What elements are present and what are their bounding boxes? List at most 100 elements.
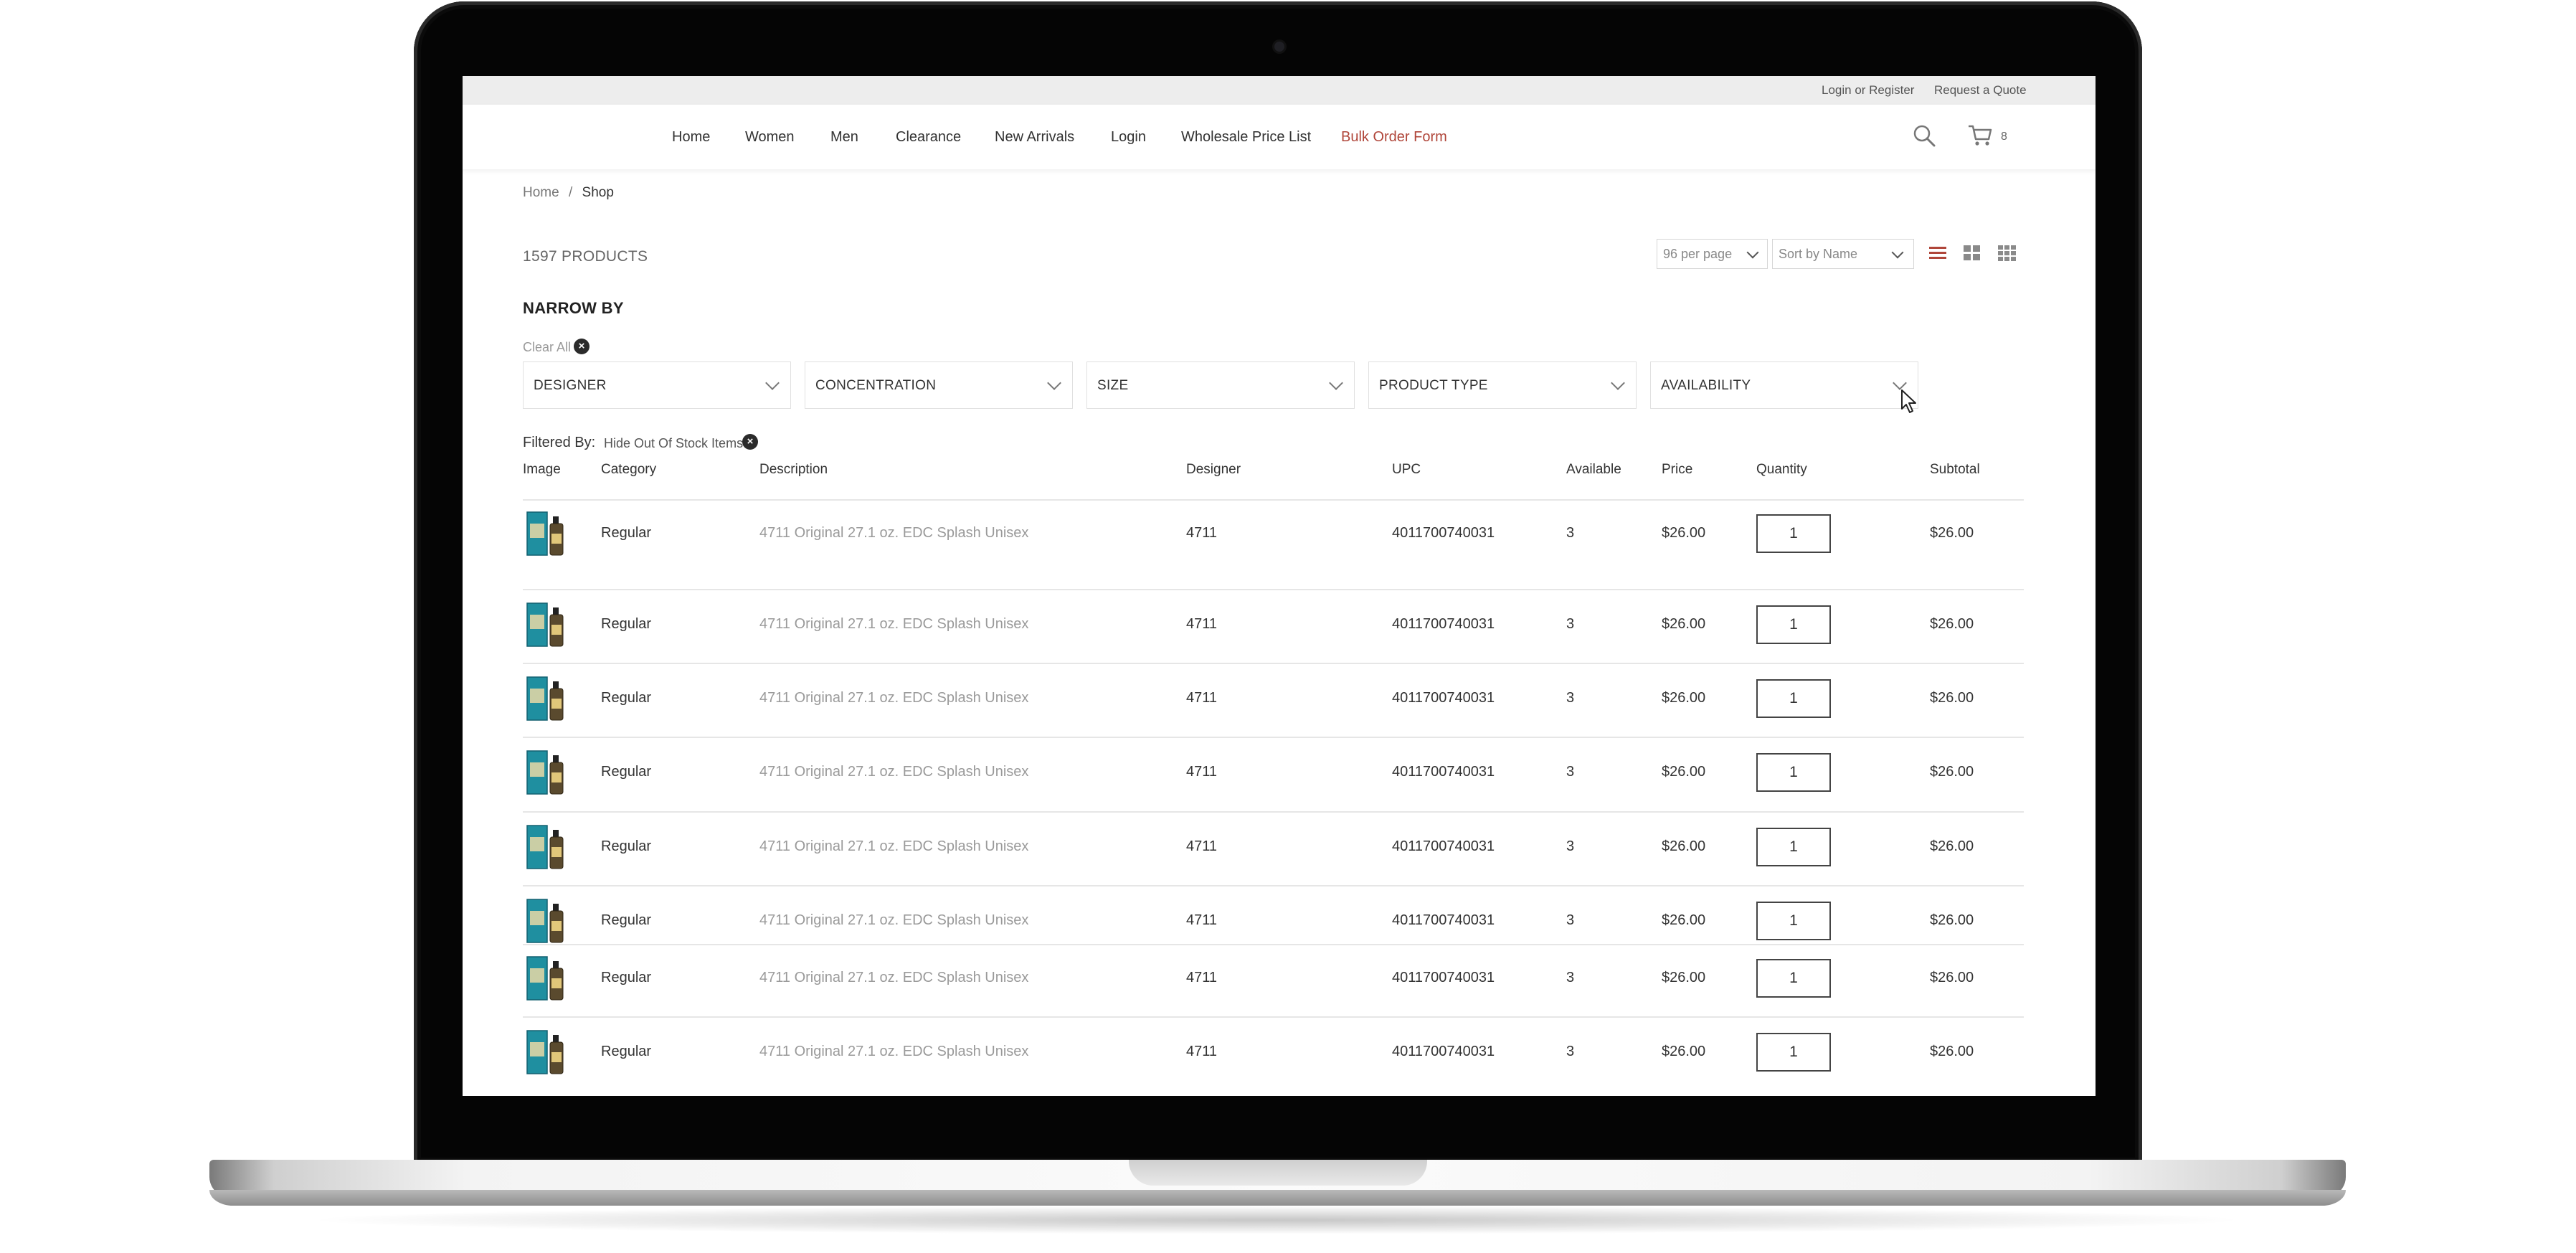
sort-select[interactable]: Sort by Name xyxy=(1772,239,1914,269)
close-icon[interactable]: × xyxy=(742,434,758,450)
designer-cell: 4711 xyxy=(1186,525,1218,541)
quantity-input[interactable]: 1 xyxy=(1756,753,1831,792)
table-divider xyxy=(523,737,2024,738)
price-cell: $26.00 xyxy=(1662,838,1706,854)
product-thumbnail[interactable] xyxy=(524,954,569,1003)
price-cell: $26.00 xyxy=(1662,616,1706,632)
product-thumbnail[interactable] xyxy=(524,748,569,797)
available-cell: 3 xyxy=(1566,525,1575,541)
list-view-icon[interactable] xyxy=(1929,245,1946,261)
facet-availability[interactable]: AVAILABILITY xyxy=(1650,361,1918,409)
table-divider xyxy=(523,1016,2024,1018)
product-count: 1597 PRODUCTS xyxy=(523,248,648,265)
nav-new-arrivals[interactable]: New Arrivals xyxy=(995,129,1074,146)
price-cell: $26.00 xyxy=(1662,970,1706,985)
product-thumbnail[interactable] xyxy=(524,1028,569,1077)
column-price: Price xyxy=(1662,462,1693,477)
description-link[interactable]: 4711 Original 27.1 oz. EDC Splash Unisex xyxy=(759,616,1028,633)
mouse-cursor-icon xyxy=(1901,389,1916,413)
description-link[interactable]: 4711 Original 27.1 oz. EDC Splash Unisex xyxy=(759,838,1028,855)
upc-cell: 4011700740031 xyxy=(1392,970,1495,985)
quantity-input[interactable]: 1 xyxy=(1756,605,1831,644)
filtered-by-label: Filtered By: xyxy=(523,435,596,450)
clear-all-link[interactable]: Clear All xyxy=(523,340,571,355)
table-divider xyxy=(523,885,2024,886)
subtotal-cell: $26.00 xyxy=(1930,690,1974,706)
description-link[interactable]: 4711 Original 27.1 oz. EDC Splash Unisex xyxy=(759,912,1028,929)
description-link[interactable]: 4711 Original 27.1 oz. EDC Splash Unisex xyxy=(759,690,1028,706)
facet-label: CONCENTRATION xyxy=(815,378,937,393)
available-cell: 3 xyxy=(1566,1044,1575,1059)
active-filter: Hide Out Of Stock Items xyxy=(604,436,744,450)
request-quote-link[interactable]: Request a Quote xyxy=(1934,83,2027,98)
facet-product-type[interactable]: PRODUCT TYPE xyxy=(1368,361,1637,409)
product-thumbnail[interactable] xyxy=(524,674,569,723)
breadcrumb-current: Shop xyxy=(582,185,614,200)
cart-icon[interactable] xyxy=(1967,124,1993,147)
price-cell: $26.00 xyxy=(1662,525,1706,541)
designer-cell: 4711 xyxy=(1186,690,1218,706)
upc-cell: 4011700740031 xyxy=(1392,616,1495,632)
product-thumbnail[interactable] xyxy=(524,897,569,945)
column-available: Available xyxy=(1566,462,1621,477)
nav-men[interactable]: Men xyxy=(830,129,858,146)
upc-cell: 4011700740031 xyxy=(1392,525,1495,541)
product-thumbnail[interactable] xyxy=(524,600,569,649)
category-cell: Regular xyxy=(601,525,652,541)
chevron-down-icon xyxy=(1746,246,1759,259)
category-cell: Regular xyxy=(601,764,652,780)
chevron-down-icon xyxy=(1047,376,1061,390)
nav-login[interactable]: Login xyxy=(1111,129,1146,146)
quantity-input[interactable]: 1 xyxy=(1756,902,1831,940)
nav-bulk-order-form[interactable]: Bulk Order Form xyxy=(1341,129,1447,146)
close-icon[interactable]: × xyxy=(574,339,589,354)
breadcrumb-separator: / xyxy=(568,185,573,200)
small-grid-view-icon[interactable] xyxy=(1998,245,2017,262)
subtotal-cell: $26.00 xyxy=(1930,1044,1974,1059)
facet-concentration[interactable]: CONCENTRATION xyxy=(805,361,1073,409)
search-icon[interactable] xyxy=(1912,123,1936,148)
breadcrumb-home[interactable]: Home xyxy=(523,185,559,200)
facet-label: DESIGNER xyxy=(534,378,607,393)
table-divider xyxy=(523,589,2024,590)
quantity-input[interactable]: 1 xyxy=(1756,959,1831,998)
nav-women[interactable]: Women xyxy=(745,129,795,146)
sort-value: Sort by Name xyxy=(1779,247,1858,261)
facet-designer[interactable]: DESIGNER xyxy=(523,361,791,409)
nav-wholesale-price-list[interactable]: Wholesale Price List xyxy=(1181,129,1311,146)
quantity-input[interactable]: 1 xyxy=(1756,679,1831,718)
description-link[interactable]: 4711 Original 27.1 oz. EDC Splash Unisex xyxy=(759,1044,1028,1060)
facet-size[interactable]: SIZE xyxy=(1086,361,1355,409)
login-register-link[interactable]: Login or Register xyxy=(1822,83,1914,98)
nav-clearance[interactable]: Clearance xyxy=(896,129,961,146)
price-cell: $26.00 xyxy=(1662,912,1706,928)
upc-cell: 4011700740031 xyxy=(1392,764,1495,780)
available-cell: 3 xyxy=(1566,616,1575,632)
subtotal-cell: $26.00 xyxy=(1930,616,1974,632)
subtotal-cell: $26.00 xyxy=(1930,970,1974,985)
quantity-input[interactable]: 1 xyxy=(1756,828,1831,866)
quantity-input[interactable]: 1 xyxy=(1756,1033,1831,1072)
facet-label: AVAILABILITY xyxy=(1661,378,1751,393)
nav-home[interactable]: Home xyxy=(672,129,710,146)
table-divider xyxy=(523,811,2024,813)
per-page-select[interactable]: 96 per page xyxy=(1657,239,1768,269)
upc-cell: 4011700740031 xyxy=(1392,1044,1495,1059)
chevron-down-icon xyxy=(1893,376,1907,390)
available-cell: 3 xyxy=(1566,764,1575,780)
description-link[interactable]: 4711 Original 27.1 oz. EDC Splash Unisex xyxy=(759,764,1028,780)
main-nav: Home Women Men Clearance New Arrivals Lo… xyxy=(463,105,2096,169)
grid-view-icon[interactable] xyxy=(1964,245,1981,262)
description-link[interactable]: 4711 Original 27.1 oz. EDC Splash Unisex xyxy=(759,525,1028,542)
designer-cell: 4711 xyxy=(1186,970,1218,985)
product-thumbnail[interactable] xyxy=(524,823,569,871)
product-thumbnail[interactable] xyxy=(524,509,569,558)
upc-cell: 4011700740031 xyxy=(1392,912,1495,928)
category-cell: Regular xyxy=(601,1044,652,1059)
quantity-input[interactable]: 1 xyxy=(1756,514,1831,553)
category-cell: Regular xyxy=(601,690,652,706)
laptop-notch xyxy=(1129,1160,1427,1186)
subtotal-cell: $26.00 xyxy=(1930,525,1974,541)
column-description: Description xyxy=(759,462,828,477)
description-link[interactable]: 4711 Original 27.1 oz. EDC Splash Unisex xyxy=(759,970,1028,986)
